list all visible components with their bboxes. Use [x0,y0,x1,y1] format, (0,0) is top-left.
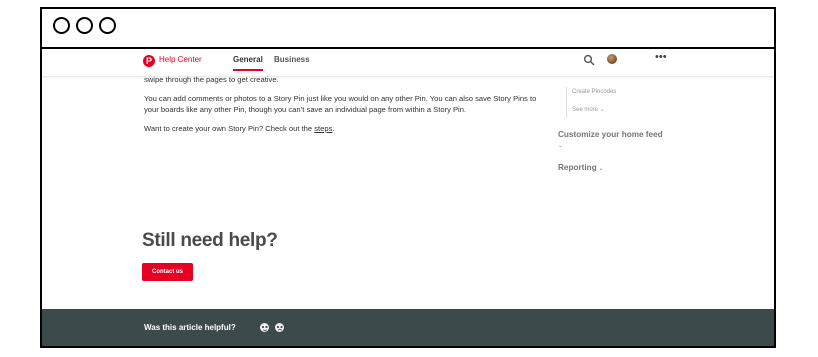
still-need-help-heading: Still need help? [142,230,278,251]
search-icon[interactable] [583,54,595,66]
window-close-button[interactable] [53,17,70,34]
article-paragraph-cta: Want to create your own Story Pin? Check… [144,123,539,135]
cta-period: . [332,123,335,133]
chevron-down-icon: ⌄ [599,107,605,113]
window-titlebar [42,9,774,49]
tab-general[interactable]: General [233,55,263,71]
sidebar-section-reporting[interactable]: Reporting ⌄ [558,163,604,172]
article-helpful-question: Was this article helpful? [144,323,236,332]
pinterest-logo-icon[interactable]: P [143,55,155,67]
top-navigation: P Help Center General Business ••• [42,49,774,76]
tab-business[interactable]: Business [274,55,310,64]
window-maximize-button[interactable] [99,17,116,34]
sad-face-icon[interactable] [275,323,284,332]
help-center-link[interactable]: Help Center [159,55,202,64]
reporting-label: Reporting [558,163,597,172]
steps-link[interactable]: steps [314,124,332,133]
sidebar-divider [566,87,567,118]
feedback-footer: Was this article helpful? [42,309,774,346]
chevron-down-icon[interactable]: ⌄ [558,142,563,149]
happy-face-icon[interactable] [260,323,269,332]
article-body: swipe through the pages to get creative.… [144,75,539,141]
browser-window: P Help Center General Business ••• swipe… [40,7,776,348]
see-more-link[interactable]: See more ⌄ [572,106,605,113]
see-more-label: See more [572,107,599,113]
sidebar-item-create-pincodes[interactable]: Create Pincodes [572,89,616,95]
sidebar-section-customize-home-feed[interactable]: Customize your home feed [558,130,663,139]
contact-us-button[interactable]: Contact us [142,263,193,281]
window-minimize-button[interactable] [76,17,93,34]
article-paragraph: You can add comments or photos to a Stor… [144,93,537,115]
more-options-icon[interactable]: ••• [655,51,667,63]
chevron-down-icon: ⌄ [598,166,604,172]
cta-text: Want to create your own Story Pin? Check… [144,123,315,133]
avatar[interactable] [607,54,617,64]
